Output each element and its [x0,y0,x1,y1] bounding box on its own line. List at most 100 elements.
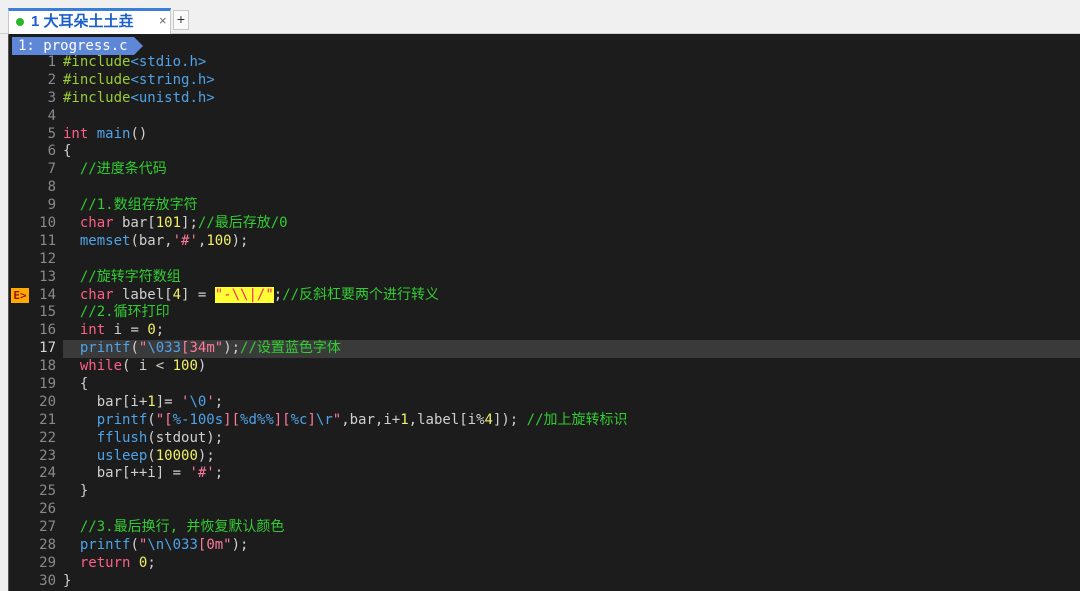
code-line[interactable]: 4 [8,108,1080,126]
code-token: label[ [113,286,173,303]
code-text[interactable]: memset(bar,'#',100); [63,232,249,251]
close-tab-icon[interactable]: × [159,12,167,30]
code-text[interactable]: bar[++i] = '#'; [63,465,223,483]
code-area[interactable]: 1 #include<stdio.h> 2 #include<string.h> 3 #i… [8,54,1080,591]
code-token: (stdout); [147,429,224,446]
line-number: 25 [39,483,56,500]
code-text[interactable]: #include<unistd.h> [63,90,215,108]
code-line[interactable]: 7 //进度条代码 [8,161,1080,179]
tab-bar: 1 大耳朵土土垚 × + [0,0,1080,34]
buffer-tab[interactable]: 1: progress.c [12,37,134,55]
code-line[interactable]: E> 14 char label[4] = "-\\|/";//反斜杠要两个进行转… [8,286,1080,305]
code-line[interactable]: 8 [8,179,1080,197]
code-text[interactable]: //2.循环打印 [63,304,170,322]
code-token: %-100s [172,411,224,428]
code-text[interactable]: int main() [63,126,147,144]
code-token: #include [63,54,131,70]
code-token: %d%% [240,411,274,428]
line-number: 16 [39,322,56,339]
code-line[interactable]: 10 char bar[101];//最后存放/0 [8,215,1080,233]
code-token: //1.数组存放字符 [79,197,198,214]
code-token: ][ [223,411,241,428]
code-text[interactable]: //旋转字符数组 [63,269,181,287]
code-text[interactable]: #include<string.h> [63,72,215,90]
code-line[interactable]: 19 { [8,376,1080,394]
code-token: //进度条代码 [79,161,167,178]
code-text[interactable]: //进度条代码 [63,161,167,179]
code-line[interactable]: 16 int i = 0; [8,322,1080,340]
tab-title: 1 大耳朵土土垚 [31,13,134,30]
code-token: int [63,125,89,142]
code-text[interactable]: char label[4] = "-\\|/";//反斜杠要两个进行转义 [63,286,439,305]
line-number: 27 [39,519,56,536]
code-text[interactable]: } [63,573,71,591]
code-line[interactable]: 11 memset(bar,'#',100); [8,233,1080,251]
code-text[interactable]: { [63,376,88,394]
code-text[interactable]: return 0; [63,555,156,573]
code-line[interactable]: 5 int main() [8,126,1080,144]
code-line[interactable]: 17 printf("\033[34m");//设置蓝色字体 [8,340,1080,359]
code-token: printf [79,537,131,554]
code-line[interactable]: 15 //2.循环打印 [8,304,1080,322]
code-line[interactable]: 20 bar[i+1]= '\0'; [8,394,1080,412]
code-token: 0 [147,322,156,339]
code-text[interactable]: int i = 0; [63,322,164,340]
code-line[interactable]: 6{ [8,143,1080,161]
code-line[interactable]: 12 [8,251,1080,269]
code-token: ); [231,232,249,249]
code-line[interactable]: 28 printf("\n\033[0m"); [8,537,1080,555]
line-number: 18 [39,358,56,375]
code-line[interactable]: 23 usleep(10000); [8,448,1080,466]
code-text[interactable]: //1.数组存放字符 [63,197,198,215]
code-text[interactable]: printf("\n\033[0m"); [63,537,249,555]
code-token: while [79,358,123,375]
code-line[interactable]: 2 #include<string.h> [8,72,1080,90]
code-line[interactable]: 9 //1.数组存放字符 [8,197,1080,215]
code-line[interactable]: 30} [8,573,1080,591]
code-line[interactable]: 29 return 0; [8,555,1080,573]
code-line[interactable]: 1 #include<stdio.h> [8,54,1080,72]
code-text[interactable]: printf("[%-100s][%d%%][%c]\r",bar,i+1,la… [63,412,628,430]
code-line[interactable]: 26 [8,501,1080,519]
code-text[interactable]: fflush(stdout); [63,430,223,448]
code-line[interactable]: 3 #include<unistd.h> [8,90,1080,108]
code-token: ] [307,411,316,428]
code-token: ); [223,340,241,357]
code-text[interactable]: #include<stdio.h> [63,54,206,72]
code-text[interactable]: { [63,143,71,161]
code-text[interactable]: char bar[101];//最后存放/0 [63,215,288,233]
code-token: { [63,376,89,393]
code-text[interactable]: } [63,483,88,501]
code-line[interactable]: 22 fflush(stdout); [8,430,1080,448]
code-token: 10000 [155,447,198,464]
code-token: "-\\|/" [214,286,274,303]
code-line[interactable]: 27 //3.最后换行, 并恢复默认颜色 [8,519,1080,537]
code-line[interactable]: 24 bar[++i] = '#'; [8,465,1080,483]
code-line[interactable]: 18 while( i < 100) [8,358,1080,376]
code-text[interactable]: bar[i+1]= '\0'; [63,393,224,412]
code-line[interactable]: 13 //旋转字符数组 [8,269,1080,287]
code-token: ( [130,537,139,554]
code-token: #include [63,89,131,106]
code-token: usleep [96,447,148,464]
code-text[interactable]: usleep(10000); [63,448,215,466]
code-token: ; [155,322,165,339]
code-text[interactable]: while( i < 100) [63,358,206,376]
new-tab-button[interactable]: + [173,10,189,30]
tab-session[interactable]: 1 大耳朵土土垚 × [8,8,171,34]
code-token: bar[i+ [63,393,148,410]
window-frame [0,34,8,591]
code-token: ( [147,411,156,428]
line-number: 8 [47,179,56,196]
code-line[interactable]: 25 } [8,483,1080,501]
code-token: int [79,322,106,339]
code-text[interactable]: //3.最后换行, 并恢复默认颜色 [63,519,285,537]
code-text[interactable]: printf("\033[34m");//设置蓝色字体 [63,340,341,358]
code-line[interactable]: 21 printf("[%-100s][%d%%][%c]\r",bar,i+1… [8,412,1080,430]
